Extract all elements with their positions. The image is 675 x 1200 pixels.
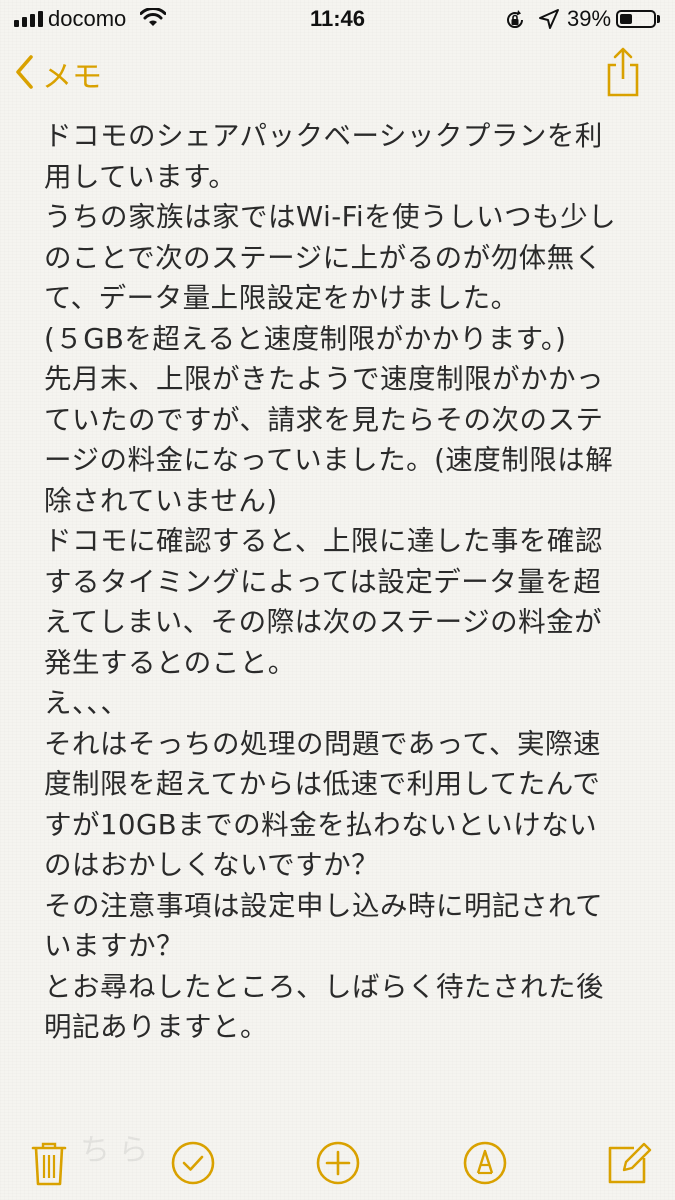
add-icon: [316, 1141, 360, 1185]
note-line: とお尋ねしたところ、しばらく待たされた後: [44, 970, 604, 1003]
battery-tip: [657, 15, 660, 23]
compose-button[interactable]: [604, 1138, 654, 1188]
note-line: 明記ありますと。: [44, 1011, 268, 1043]
note-line: て、データ量上限設定をかけました。: [44, 282, 519, 314]
add-button[interactable]: [313, 1138, 363, 1188]
note-line: 除されていません): [44, 484, 278, 517]
back-button-label: メモ: [42, 60, 102, 95]
note-line: (５GBを超えると速度制限がかかります。): [44, 322, 567, 355]
note-line: ージの料金になっていました。(速度制限は解: [44, 444, 614, 476]
note-line: のことで次のステージに上がるのが勿体無く: [44, 241, 603, 274]
markup-icon: [463, 1141, 507, 1185]
note-line: それはそっちの処理の問題であって、実際速: [44, 727, 601, 760]
compose-icon: [608, 1142, 652, 1184]
note-line: するタイミングによっては設定データ量を超: [44, 565, 602, 598]
note-line: ドコモに確認すると、上限に達した事を確認: [44, 525, 603, 557]
chevron-left-icon: [14, 54, 34, 94]
note-line: え、、、: [44, 687, 129, 719]
note-line: えてしまい、その際は次のステージの料金が: [44, 606, 603, 638]
note-line: いますか？: [44, 930, 184, 962]
note-text-area[interactable]: ドコモのシェアパックベーシックプランを利 用しています。うちの家族は家ではWi-F…: [44, 116, 644, 1048]
trash-icon: [31, 1142, 67, 1186]
note-line: その注意事項は設定申し込み時に明記されて: [44, 889, 604, 922]
note-line: ていたのですが、請求を見たらその次のステ: [44, 403, 604, 436]
battery-icon: [616, 10, 656, 28]
battery-percent: 39%: [567, 6, 612, 31]
checklist-button[interactable]: [168, 1138, 218, 1188]
rotation-lock-icon: [503, 8, 527, 36]
location-arrow-icon: [538, 8, 560, 34]
status-bar: docomo 11:46 39%: [0, 0, 675, 40]
markup-button[interactable]: [460, 1138, 510, 1188]
delete-button[interactable]: [24, 1138, 74, 1188]
note-line: 度制限を超えてからは低速で利用してたんで: [44, 768, 601, 800]
share-icon: [607, 47, 639, 97]
share-button[interactable]: [600, 46, 646, 98]
checklist-icon: [171, 1141, 215, 1185]
note-line: すが10GBまでの料金を払わないといけない: [44, 808, 598, 841]
note-line: 先月末、上限がきたようで速度制限がかかっ: [44, 363, 604, 395]
note-line: 用しています。: [44, 160, 237, 193]
battery-level-fill: [620, 14, 632, 24]
note-line: 発生するとのこと。: [44, 646, 296, 679]
bottom-toolbar: [0, 1130, 675, 1200]
back-button[interactable]: メモ: [14, 52, 102, 96]
note-line: ドコモのシェアパックベーシックプランを利: [44, 120, 603, 152]
note-line: のはおかしくないですか？: [44, 849, 380, 881]
note-line: うちの家族は家ではWi-Fiを使うしいつも少し: [44, 201, 617, 233]
